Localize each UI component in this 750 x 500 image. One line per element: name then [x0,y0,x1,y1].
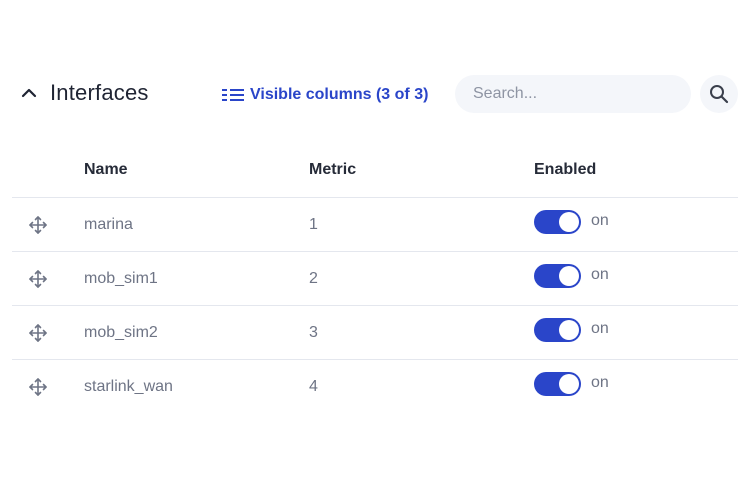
cell-enabled: on [534,318,609,342]
move-arrows-icon [29,378,47,396]
section-title: Interfaces [50,80,149,105]
enabled-label: on [591,320,609,337]
toggle-knob [559,320,579,340]
chevron-up-icon [21,88,37,98]
move-arrows-icon [29,324,47,342]
collapse-button[interactable] [18,82,40,104]
table-row: mob_sim1 2 on [12,252,738,306]
section-header: Interfaces Visible columns (3 of 3) [0,72,750,116]
move-arrows-icon [29,216,47,234]
drag-handle[interactable] [27,376,49,398]
drag-handle[interactable] [27,322,49,344]
columns-list-icon [222,89,244,101]
enabled-toggle[interactable] [534,318,581,342]
interfaces-table: Name Metric Enabled marina 1 on mob_sim1… [12,146,738,414]
drag-handle[interactable] [27,214,49,236]
table-row: marina 1 on [12,198,738,252]
drag-handle[interactable] [27,268,49,290]
visible-columns-label: Visible columns (3 of 3) [250,86,429,103]
cell-metric: 2 [309,270,318,287]
toggle-knob [559,266,579,286]
enabled-toggle[interactable] [534,210,581,234]
enabled-label: on [591,212,609,229]
toggle-knob [559,374,579,394]
cell-name: mob_sim2 [84,324,158,341]
move-arrows-icon [29,270,47,288]
search-icon [710,85,729,104]
toggle-knob [559,212,579,232]
column-header-metric[interactable]: Metric [309,161,356,179]
column-header-enabled[interactable]: Enabled [534,161,596,179]
search-button[interactable] [700,75,738,113]
cell-name: starlink_wan [84,378,173,395]
interfaces-panel: Interfaces Visible columns (3 of 3) Sear… [0,0,750,500]
cell-metric: 4 [309,378,318,395]
search-input[interactable] [455,75,691,113]
cell-enabled: on [534,372,609,396]
table-header: Name Metric Enabled [12,146,738,198]
cell-enabled: on [534,210,609,234]
enabled-toggle[interactable] [534,264,581,288]
cell-name: mob_sim1 [84,270,158,287]
table-row: mob_sim2 3 on [12,306,738,360]
cell-metric: 3 [309,324,318,341]
column-header-name[interactable]: Name [84,161,128,179]
cell-enabled: on [534,264,609,288]
enabled-label: on [591,266,609,283]
enabled-label: on [591,374,609,391]
cell-name: marina [84,216,133,233]
cell-metric: 1 [309,216,318,233]
visible-columns-button[interactable]: Visible columns (3 of 3) [222,84,428,106]
table-row: starlink_wan 4 on [12,360,738,414]
enabled-toggle[interactable] [534,372,581,396]
